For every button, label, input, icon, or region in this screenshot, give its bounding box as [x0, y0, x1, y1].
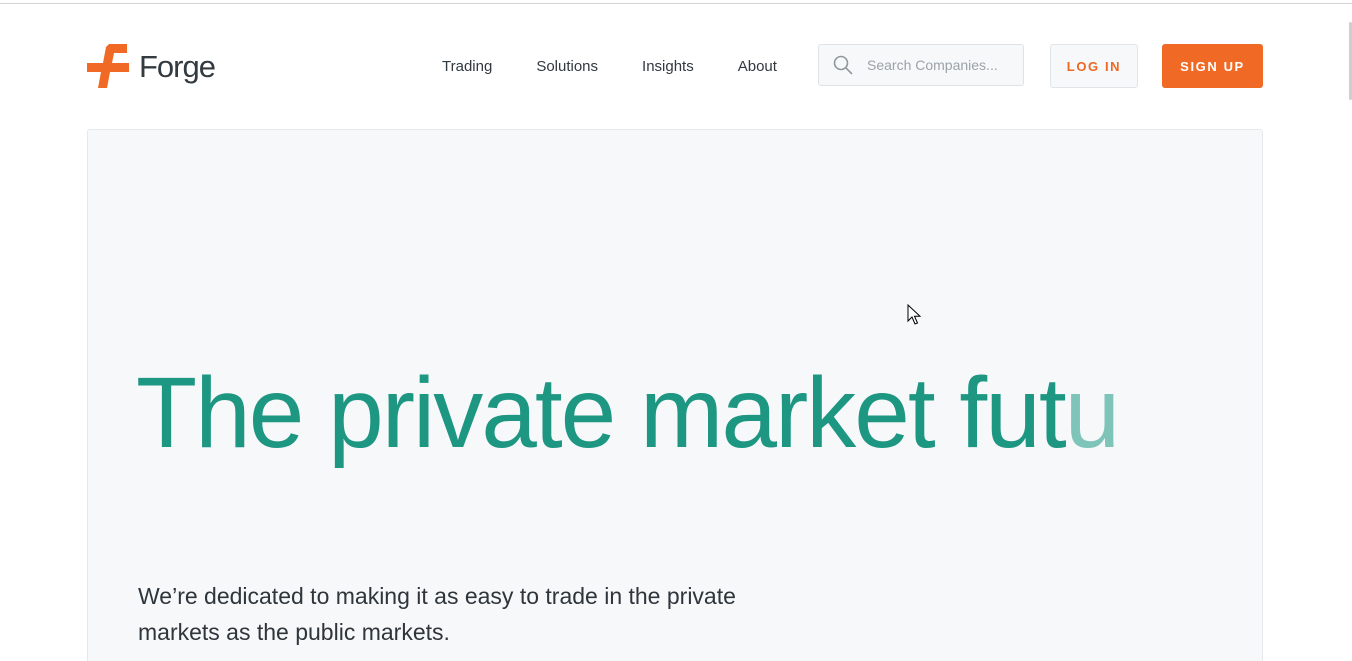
logo-link[interactable]: Forge — [87, 44, 216, 88]
login-button[interactable]: LOG IN — [1050, 44, 1138, 88]
search-icon — [833, 55, 853, 75]
main-nav: Trading Solutions Insights About — [442, 54, 777, 78]
hero-title-typing: u — [1064, 357, 1121, 469]
logo-wordmark: Forge — [139, 48, 216, 84]
hero-title: The private market futu — [136, 348, 1121, 478]
page: Forge Trading Solutions Insights About L… — [0, 0, 1352, 661]
mouse-cursor-icon — [907, 304, 921, 325]
site-header: Forge Trading Solutions Insights About L… — [0, 4, 1352, 128]
hero-title-main: The private market fut — [136, 357, 1067, 469]
nav-item-about[interactable]: About — [738, 58, 777, 75]
signup-button[interactable]: SIGN UP — [1162, 44, 1263, 88]
hero-section: The private market futu We’re dedicated … — [87, 129, 1263, 661]
hero-subtitle: We’re dedicated to making it as easy to … — [138, 583, 736, 645]
search-box[interactable] — [818, 44, 1024, 86]
forge-logo-icon — [87, 44, 129, 88]
nav-item-trading[interactable]: Trading — [442, 58, 492, 75]
search-input[interactable] — [867, 57, 1017, 73]
nav-item-solutions[interactable]: Solutions — [536, 58, 598, 75]
nav-item-insights[interactable]: Insights — [642, 58, 694, 75]
